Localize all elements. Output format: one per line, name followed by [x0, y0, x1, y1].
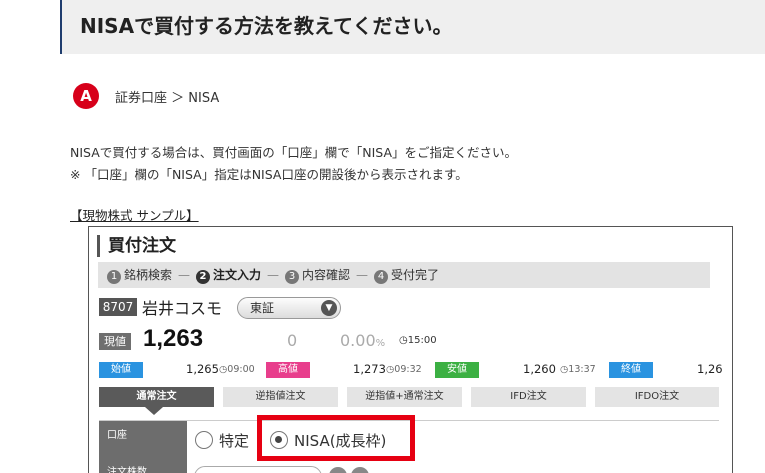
market-select[interactable]: 東証 ▼: [237, 297, 341, 319]
price-change-pct: 0.00%: [340, 331, 386, 350]
tab-stop-order[interactable]: 逆指値注文: [223, 387, 338, 407]
current-price-label: 現値: [99, 333, 131, 350]
radio-circle: [195, 431, 213, 449]
nisa-highlight-box: [257, 415, 415, 461]
quantity-input[interactable]: [194, 466, 322, 473]
sample-screenshot: 買付注文 1 銘柄検索 —2 注文入力 —3 内容確認 —4 受付完了 8707 岩井コスモ …: [88, 226, 733, 473]
sample-label: 【現物株式 サンプル】: [70, 208, 199, 223]
ohlc-open: 始値 1,265 ◷09:00: [99, 361, 269, 378]
answer-badge: A: [73, 83, 99, 109]
radio-tokutei[interactable]: 特定: [195, 430, 249, 451]
tab-ifdo-order[interactable]: IFDO注文: [595, 387, 719, 407]
price-change: 0: [287, 331, 298, 350]
step-3: 3 内容確認: [285, 262, 350, 288]
breadcrumb: 証券口座 ＞ NISA: [115, 91, 220, 106]
tab-stop-normal-order[interactable]: 逆指値+通常注文: [347, 387, 462, 407]
plus-button[interactable]: [351, 467, 369, 473]
active-tab-indicator: [145, 407, 163, 415]
order-type-tabs: 通常注文 逆指値注文 逆指値+通常注文 IFD注文 IFDO注文: [99, 387, 719, 407]
tab-ifd-order[interactable]: IFD注文: [471, 387, 586, 407]
stock-name: 岩井コスモ: [142, 299, 223, 318]
price-time: ◷15:00: [399, 335, 437, 346]
step-4: 4 受付完了: [374, 262, 439, 288]
answer-text-line-1: NISAで買付する場合は、買付画面の「口座」欄で「NISA」をご指定ください。: [70, 145, 518, 160]
ohlc-low: 安値 1,260 ◷13:37: [435, 361, 605, 378]
question-title: NISAで買付する方法を教えてください。: [80, 14, 453, 38]
minus-button[interactable]: [329, 467, 347, 473]
step-2: 2 注文入力: [196, 262, 261, 288]
chevron-down-icon: ▼: [321, 300, 337, 316]
ohlc-high: 高値 1,273 ◷09:32: [266, 361, 436, 378]
question-header: NISAで買付する方法を教えてください。: [60, 0, 765, 54]
clock-icon: ◷: [399, 335, 408, 346]
order-title: 買付注文: [97, 235, 176, 257]
tab-normal-order[interactable]: 通常注文: [99, 387, 214, 407]
current-price: 1,263: [143, 325, 204, 352]
ohlc-close: 終値 1,26: [609, 361, 732, 378]
account-label: 口座: [99, 421, 187, 459]
stock-code: 8707: [99, 298, 137, 316]
answer-text-line-2: ※ 「口座」欄の「NISA」指定はNISA口座の開設後から表示されます。: [70, 167, 468, 182]
quantity-label: 注文株数: [99, 459, 187, 473]
step-1: 1 銘柄検索: [107, 262, 172, 288]
step-indicator: 1 銘柄検索 —2 注文入力 —3 内容確認 —4 受付完了: [98, 262, 710, 288]
